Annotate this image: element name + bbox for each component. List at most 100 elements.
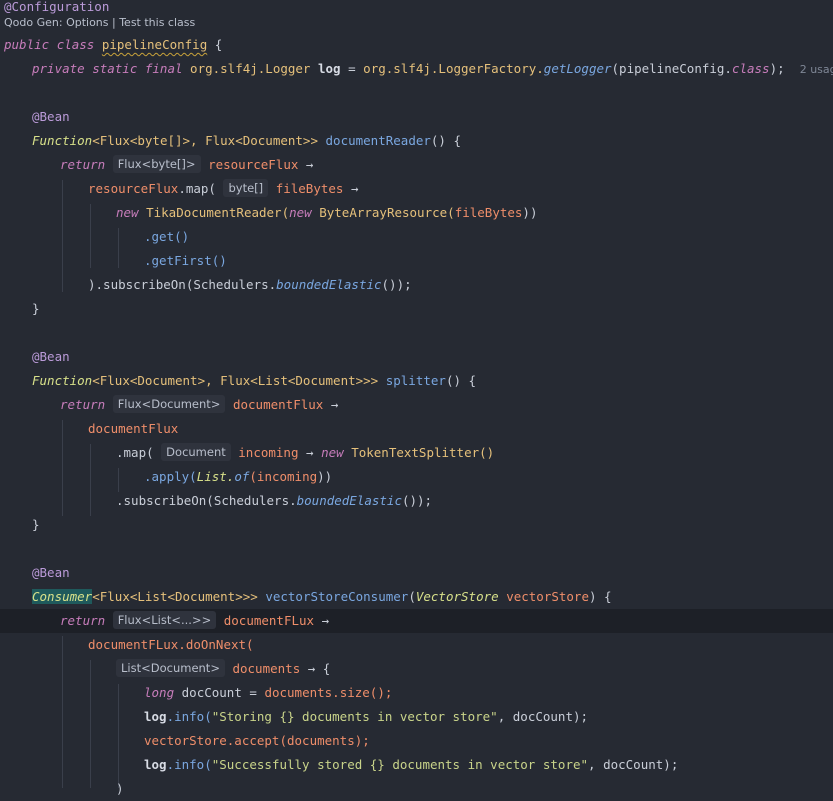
splitter-method[interactable]: splitter: [386, 373, 446, 388]
code-line[interactable]: Function<Flux<byte[]>, Flux<Document>> d…: [0, 129, 833, 153]
equals-sign: =: [348, 61, 356, 76]
type-hint: Flux<Document>: [112, 395, 226, 413]
lambda-param: documents: [232, 661, 301, 676]
info-call: .info(: [166, 757, 212, 772]
arrow: →: [306, 445, 314, 460]
code-line[interactable]: private static final org.slf4j.Logger lo…: [0, 57, 833, 81]
function-type: Function: [32, 133, 93, 148]
close-parens: )): [522, 205, 538, 220]
keyword-class: class: [56, 37, 95, 52]
get-first-call: .getFirst(): [144, 253, 227, 268]
qodo-gen-codelens[interactable]: Qodo Gen: Options | Test this class: [0, 16, 195, 29]
document-reader-method[interactable]: documentReader: [326, 133, 431, 148]
consumer-type[interactable]: Consumer: [32, 589, 93, 604]
file-bytes-arg: fileBytes: [454, 205, 523, 220]
lambda-param: resourceFlux: [208, 157, 299, 172]
code-line[interactable]: resourceFlux.map( byte[] fileBytes →: [0, 177, 833, 201]
code-line[interactable]: .apply(List.of(incoming)): [0, 465, 833, 489]
keyword-return: return: [60, 613, 106, 628]
info-call: .info(: [166, 709, 212, 724]
map-call: .map(: [178, 181, 216, 196]
method-paren: ) {: [588, 589, 612, 604]
code-line[interactable]: new TikaDocumentReader(new ByteArrayReso…: [0, 201, 833, 225]
get-call: .get(): [144, 229, 190, 244]
log-args: , docCount);: [497, 709, 589, 724]
code-line[interactable]: public class pipelineConfig {: [0, 33, 833, 57]
method-paren: () {: [430, 133, 461, 148]
code-line[interactable]: }: [0, 513, 833, 537]
code-line[interactable]: .subscribeOn(Schedulers.boundedElastic()…: [0, 489, 833, 513]
code-line[interactable]: log.info("Successfully stored {} documen…: [0, 753, 833, 777]
arrow: →: [321, 613, 330, 628]
keyword-class: class: [731, 61, 770, 76]
annotation-bean: @Bean: [32, 349, 70, 364]
code-editor[interactable]: @Configuration Qodo Gen: Options | Test …: [0, 0, 833, 796]
keyword-return: return: [60, 397, 106, 412]
usages-hint[interactable]: 2 usages: [800, 63, 833, 76]
of-method: of: [234, 469, 250, 484]
code-line[interactable]: Consumer<Flux<List<Document>>> vectorSto…: [0, 585, 833, 609]
bounded-elastic: boundedElastic: [276, 277, 382, 292]
code-line[interactable]: Function<Flux<Document>, Flux<List<Docum…: [0, 369, 833, 393]
code-line[interactable]: .getFirst(): [0, 249, 833, 273]
code-line[interactable]: List<Document> documents → {: [0, 657, 833, 681]
arrow: →: [305, 157, 314, 172]
codelens-line[interactable]: Qodo Gen: Options | Test this class: [0, 12, 833, 32]
logger-args-close: );: [769, 61, 785, 76]
keyword-new: new: [116, 205, 139, 220]
document-flux-ref: documentFlux: [88, 421, 179, 436]
keyword-new: new: [321, 445, 344, 460]
brace-close: }: [32, 301, 40, 316]
code-line[interactable]: ): [0, 777, 833, 801]
log-string: "Successfully stored {} documents in vec…: [211, 757, 589, 772]
code-line[interactable]: return Flux<Document> documentFlux →: [0, 393, 833, 417]
type-hint: byte[]: [223, 179, 269, 197]
current-line[interactable]: return Flux<List<...>> documentFLux →: [0, 609, 833, 633]
logger-name[interactable]: log: [318, 61, 341, 76]
code-line[interactable]: log.info("Storing {} documents in vector…: [0, 705, 833, 729]
accept-call: vectorStore.accept(documents);: [144, 733, 370, 748]
incoming-arg: (incoming: [249, 469, 318, 484]
code-line[interactable]: .map( Document incoming → new TokenTextS…: [0, 441, 833, 465]
lambda-param: documentFLux: [223, 613, 315, 628]
code-line[interactable]: }: [0, 297, 833, 321]
code-line[interactable]: ).subscribeOn(Schedulers.boundedElastic(…: [0, 273, 833, 297]
close-parens: )): [317, 469, 333, 484]
code-line[interactable]: @Bean: [0, 561, 833, 585]
log-string: "Storing {} documents in vector store": [211, 709, 498, 724]
logger-type: org.slf4j.Logger: [190, 61, 311, 76]
function-generics: <Flux<byte[]>, Flux<Document>>: [92, 133, 318, 148]
code-line[interactable]: documentFlux: [0, 417, 833, 441]
log-ref: log: [144, 709, 167, 724]
method-paren: () {: [445, 373, 477, 388]
vector-store-consumer-method[interactable]: vectorStoreConsumer: [265, 589, 408, 604]
doc-count-var: docCount: [181, 685, 242, 700]
lambda-param: documentFlux: [232, 397, 324, 412]
keyword-new: new: [289, 205, 312, 220]
logger-args: (pipelineConfig.: [611, 61, 732, 76]
keyword-long: long: [144, 685, 175, 700]
code-line[interactable]: @Bean: [0, 105, 833, 129]
annotation-bean: @Bean: [32, 109, 70, 124]
keyword-public: public: [4, 37, 50, 52]
type-hint: Flux<byte[]>: [112, 155, 201, 173]
consumer-generics: <Flux<List<Document>>>: [92, 589, 258, 604]
code-line[interactable]: vectorStore.accept(documents);: [0, 729, 833, 753]
brace-close: }: [32, 517, 40, 532]
code-line[interactable]: .get(): [0, 225, 833, 249]
code-line[interactable]: @Bean: [0, 345, 833, 369]
map-call: .map(: [116, 445, 154, 460]
code-line[interactable]: documentFLux.doOnNext(: [0, 633, 833, 657]
list-type: List.: [196, 469, 235, 484]
param-name: vectorStore: [506, 589, 589, 604]
subscribe-on-call: .subscribeOn(Schedulers.: [116, 493, 297, 508]
lambda-param: fileBytes: [275, 181, 344, 196]
code-line[interactable]: long docCount = documents.size();: [0, 681, 833, 705]
code-line[interactable]: return Flux<byte[]> resourceFlux →: [0, 153, 833, 177]
type-hint: Document: [161, 443, 231, 461]
get-logger-method: getLogger: [543, 61, 612, 76]
arrow: →: [330, 397, 339, 412]
subscribe-close: ());: [401, 493, 433, 508]
type-hint: List<Document>: [116, 659, 225, 677]
class-name[interactable]: pipelineConfig: [102, 37, 207, 52]
